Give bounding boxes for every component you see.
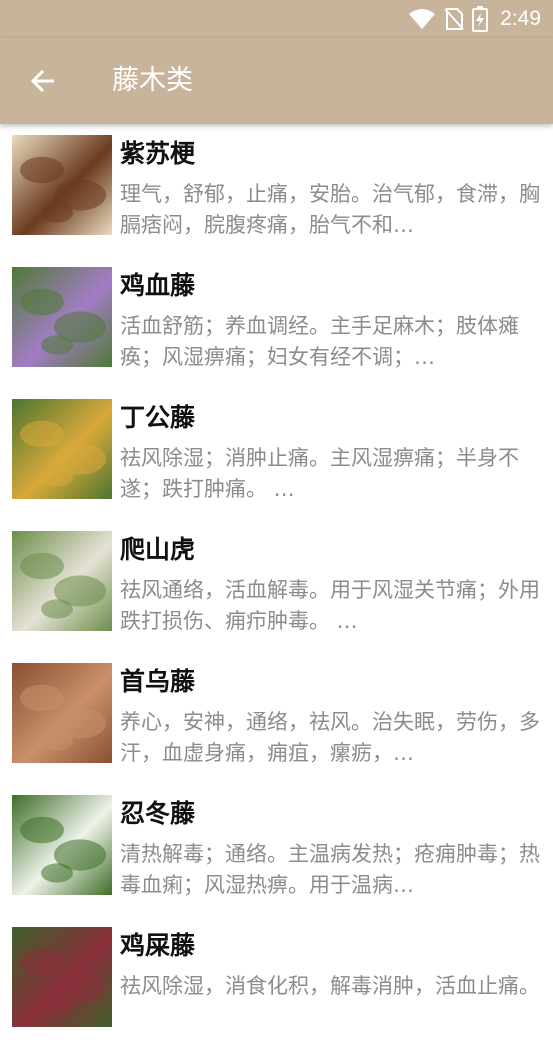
herb-name: 忍冬藤	[120, 799, 196, 828]
paederia-vine-image	[20, 948, 106, 1015]
herb-list: 紫苏梗 理气，舒郁，止痛，安胎。治气郁，食滞，胸膈痞闷，脘腹疼痛，胎气不和… 鸡血藤…	[0, 124, 553, 1048]
herb-name: 丁公藤	[120, 403, 196, 432]
list-item[interactable]: 爬山虎祛风通络，活血解毒。用于风湿关节痛；外用跌打损伤、痈疖肿毒。 …	[0, 520, 553, 652]
herb-thumbnail	[12, 531, 112, 631]
herb-description: 祛风通络，活血解毒。用于风湿关节痛；外用跌打损伤、痈疖肿毒。 …	[120, 578, 540, 633]
herb-name: 紫苏梗	[120, 139, 196, 168]
list-item[interactable]: 丁公藤祛风除湿；消肿止痛。主风湿痹痛；半身不遂；跌打肿痛。 …	[0, 388, 553, 520]
arrow-back-icon	[30, 69, 54, 93]
herb-description: 理气，舒郁，止痛，安胎。治气郁，食滞，胸膈痞闷，脘腹疼痛，胎气不和…	[120, 182, 540, 237]
herb-thumbnail	[12, 663, 112, 763]
spatholobus-flower-image	[20, 288, 106, 355]
herb-thumbnail	[12, 399, 112, 499]
herb-thumbnail	[12, 927, 112, 1027]
status-icons: 2:49	[408, 5, 541, 33]
list-item[interactable]: 忍冬藤清热解毒；通络。主温病发热；疮痈肿毒；热毒血痢；风湿热痹。用于温病…	[0, 784, 553, 916]
herb-name: 鸡屎藤	[120, 931, 196, 960]
herb-thumbnail	[12, 795, 112, 895]
status-bar: 2:49	[0, 0, 553, 38]
page-title: 藤木类	[112, 65, 193, 96]
polygonum-vine-image	[20, 684, 106, 751]
perilla-stem-image	[20, 156, 106, 223]
erycibe-leaf-image	[20, 420, 106, 487]
honeysuckle-image	[20, 816, 106, 883]
herb-description: 养心，安神，通络，祛风。治失眠，劳伤，多汗，血虚身痛，痈疽，瘰疬，…	[120, 710, 540, 765]
back-button[interactable]	[20, 58, 66, 104]
herb-description: 清热解毒；通络。主温病发热；疮痈肿毒；热毒血痢；风湿热痹。用于温病…	[120, 842, 540, 897]
herb-thumbnail	[12, 135, 112, 235]
status-time: 2:49	[500, 7, 541, 30]
no-sim-icon	[444, 8, 464, 30]
boston-ivy-image	[20, 552, 106, 619]
herb-thumbnail	[12, 267, 112, 367]
herb-description: 活血舒筋；养血调经。主手足麻木；肢体瘫痪；风湿痹痛；妇女有经不调；…	[120, 314, 519, 369]
list-item[interactable]: 鸡屎藤祛风除湿，消食化积，解毒消肿，活血止痛。	[0, 916, 553, 1048]
herb-description: 祛风除湿；消肿止痛。主风湿痹痛；半身不遂；跌打肿痛。 …	[120, 446, 519, 501]
battery-charging-icon	[472, 6, 489, 32]
list-item[interactable]: 鸡血藤活血舒筋；养血调经。主手足麻木；肢体瘫痪；风湿痹痛；妇女有经不调；…	[0, 256, 553, 388]
herb-name: 首乌藤	[120, 667, 196, 696]
wifi-icon	[409, 9, 436, 29]
herb-name: 爬山虎	[120, 535, 196, 564]
list-item[interactable]: 首乌藤养心，安神，通络，祛风。治失眠，劳伤，多汗，血虚身痛，痈疽，瘰疬，…	[0, 652, 553, 784]
app-bar: 藤木类	[0, 38, 553, 124]
herb-description: 祛风除湿，消食化积，解毒消肿，活血止痛。	[120, 974, 540, 998]
herb-name: 鸡血藤	[120, 271, 196, 300]
list-item[interactable]: 紫苏梗理气，舒郁，止痛，安胎。治气郁，食滞，胸膈痞闷，脘腹疼痛，胎气不和…	[0, 124, 553, 256]
